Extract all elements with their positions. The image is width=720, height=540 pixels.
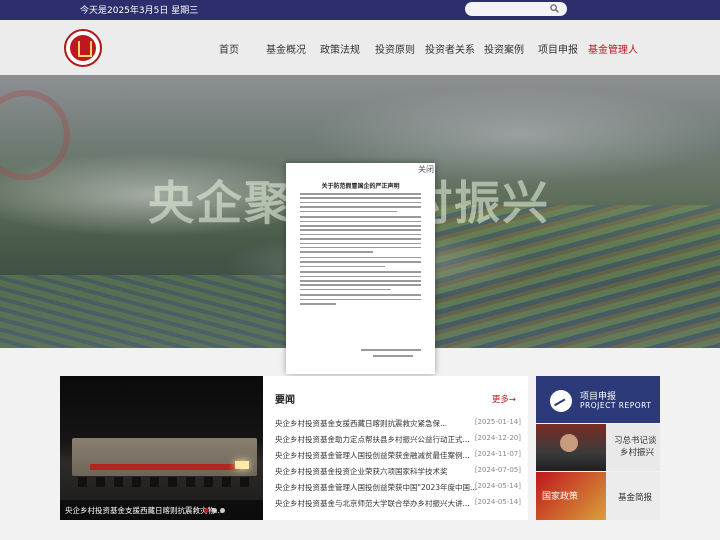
news-date: [2024-11-07] xyxy=(474,450,521,458)
slider-dot[interactable] xyxy=(204,508,209,513)
notice-modal: 关闭 关于防范假冒国企的严正声明 xyxy=(286,163,435,374)
national-policy-image: 国家政策 xyxy=(536,472,606,520)
slider-dots xyxy=(204,508,225,513)
photo-truck xyxy=(72,438,257,476)
nav-item-fund-manager[interactable]: 基金管理人 xyxy=(588,41,638,56)
news-date: [2024-05-14] xyxy=(474,482,521,490)
xi-tile-line2: 乡村振兴 xyxy=(620,448,655,458)
photo-light xyxy=(235,461,249,469)
nav-item-cases[interactable]: 投资案例 xyxy=(484,41,524,56)
news-title[interactable]: 央企乡村投资基金支援西藏日喀则抗震救灾紧急保... xyxy=(275,418,480,429)
modal-title: 关于防范假冒国企的严正声明 xyxy=(321,183,400,190)
nav-item-project-apply[interactable]: 项目申报 xyxy=(538,41,578,56)
main-nav: 首页 基金概况 政策法规 投资原则 投资者关系 投资案例 项目申报 基金管理人 xyxy=(0,20,720,75)
news-title[interactable]: 央企乡村投资基金管理人国投创益荣获中国"2023年度中国... xyxy=(275,482,480,493)
nav-item-home[interactable]: 首页 xyxy=(219,41,239,56)
slider-dot[interactable] xyxy=(220,508,225,513)
site-logo[interactable] xyxy=(64,29,102,67)
photo-banner xyxy=(90,464,240,470)
nav-item-fund-overview[interactable]: 基金概况 xyxy=(266,41,306,56)
project-report-subtitle: PROJECT REPORT xyxy=(580,401,652,410)
current-date: 今天是2025年3月5日 星期三 xyxy=(80,6,199,16)
news-item[interactable]: 央企乡村投资基金投资企业荣获六项国家科学技术奖 [2024-07-05] xyxy=(275,466,525,482)
news-panel: 要闻 更多→ 央企乡村投资基金支援西藏日喀则抗震救灾紧急保... [2025-01… xyxy=(263,376,528,520)
news-date: [2024-05-14] xyxy=(474,498,521,506)
xi-rural-revitalization-tile[interactable]: 习总书记谈 乡村振兴 xyxy=(536,424,660,471)
slider-dot[interactable] xyxy=(212,508,217,513)
top-bar: 今天是2025年3月5日 星期三 xyxy=(0,0,720,20)
search-icon[interactable] xyxy=(550,4,559,13)
portrait-photo xyxy=(536,424,606,471)
news-item[interactable]: 央企乡村投资基金支援西藏日喀则抗震救灾紧急保... [2025-01-14] xyxy=(275,418,525,434)
modal-body-text xyxy=(300,193,421,308)
fund-brief-label: 基金简报 xyxy=(618,493,653,503)
fund-brief-tile[interactable]: 国家政策 基金简报 xyxy=(536,472,660,520)
search-input[interactable] xyxy=(465,2,567,16)
news-date: [2025-01-14] xyxy=(474,418,521,426)
nav-item-policies[interactable]: 政策法规 xyxy=(320,41,360,56)
modal-signature-date xyxy=(373,355,413,357)
news-title[interactable]: 央企乡村投资基金与北京师范大学联合举办乡村振兴大讲... xyxy=(275,498,480,509)
news-heading: 要闻 xyxy=(275,395,295,406)
news-item[interactable]: 央企乡村投资基金助力定点帮扶县乡村振兴公益行动正式... [2024-12-20] xyxy=(275,434,525,450)
photo-wheels xyxy=(78,477,258,487)
modal-signature xyxy=(361,349,421,351)
modal-close-button[interactable]: 关闭 xyxy=(418,164,434,175)
news-item[interactable]: 央企乡村投资基金管理人国投创益荣获中国"2023年度中国... [2024-05-… xyxy=(275,482,525,498)
news-more-link[interactable]: 更多→ xyxy=(492,393,516,405)
news-item[interactable]: 央企乡村投资基金管理人国投创益荣获金融减贫最佳案例... [2024-11-07] xyxy=(275,450,525,466)
nav-item-principles[interactable]: 投资原则 xyxy=(375,41,415,56)
nav-item-investor-relations[interactable]: 投资者关系 xyxy=(425,41,475,56)
photo-news-slider[interactable]: 央企乡村投资基金支援西藏日喀则抗震救灾物... xyxy=(60,376,263,520)
photo-caption[interactable]: 央企乡村投资基金支援西藏日喀则抗震救灾物... xyxy=(65,505,222,516)
news-title[interactable]: 央企乡村投资基金管理人国投创益荣获金融减贫最佳案例... xyxy=(275,450,480,461)
news-date: [2024-12-20] xyxy=(474,434,521,442)
news-date: [2024-07-05] xyxy=(474,466,521,474)
news-title[interactable]: 央企乡村投资基金投资企业荣获六项国家科学技术奖 xyxy=(275,466,480,477)
xi-tile-line1: 习总书记谈 xyxy=(614,436,657,446)
national-policy-label: 国家政策 xyxy=(542,492,579,502)
news-title[interactable]: 央企乡村投资基金助力定点帮扶县乡村振兴公益行动正式... xyxy=(275,434,480,445)
project-report-tile[interactable]: 项目申报 PROJECT REPORT xyxy=(536,376,660,423)
chart-trend-icon xyxy=(550,390,572,412)
photo-caption-bar: 央企乡村投资基金支援西藏日喀则抗震救灾物... xyxy=(60,500,263,520)
news-item[interactable]: 央企乡村投资基金与北京师范大学联合举办乡村振兴大讲... [2024-05-14] xyxy=(275,498,525,514)
